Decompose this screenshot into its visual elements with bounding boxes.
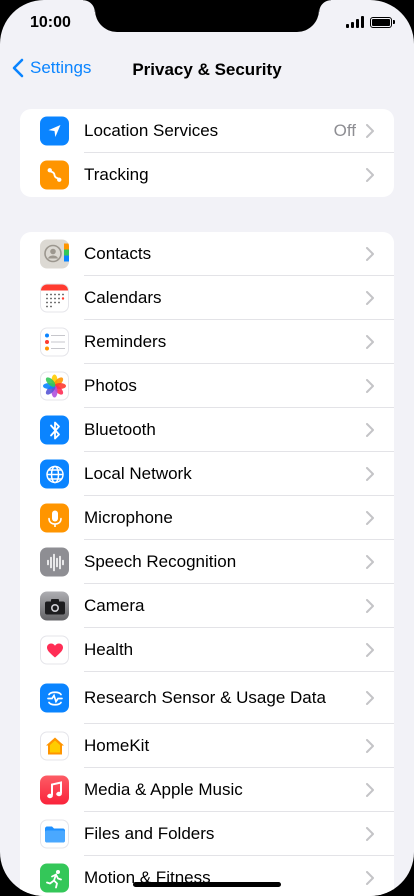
homekit-row[interactable]: HomeKit — [20, 724, 394, 768]
battery-icon — [370, 16, 395, 28]
chevron-right-icon — [366, 643, 374, 657]
research-icon — [40, 683, 69, 713]
health-row[interactable]: Health — [20, 628, 394, 672]
row-label: Camera — [84, 596, 145, 615]
reminders-row[interactable]: Reminders — [20, 320, 394, 364]
chevron-right-icon — [366, 379, 374, 393]
fitness-icon — [40, 863, 69, 893]
location-services-row[interactable]: Location Services Off — [20, 109, 394, 153]
music-note-icon — [40, 775, 69, 805]
bluetooth-icon — [40, 415, 69, 445]
row-label: Files and Folders — [84, 824, 215, 843]
reminders-icon — [40, 327, 69, 357]
speech-recognition-row[interactable]: Speech Recognition — [20, 540, 394, 584]
page-title: Privacy & Security — [132, 60, 282, 79]
chevron-right-icon — [366, 423, 374, 437]
row-label: Reminders — [84, 332, 167, 351]
home-icon — [40, 731, 69, 761]
camera-row[interactable]: Camera — [20, 584, 394, 628]
research-sensor-row[interactable]: Research Sensor & Usage Data — [20, 672, 394, 724]
app-permissions-group: Contacts Calendars Reminders Photos Blue… — [20, 232, 394, 896]
chevron-right-icon — [366, 691, 374, 705]
photos-icon — [40, 371, 69, 401]
chevron-right-icon — [366, 291, 374, 305]
row-label: Calendars — [84, 288, 162, 307]
contacts-row[interactable]: Contacts — [20, 232, 394, 276]
bluetooth-row[interactable]: Bluetooth — [20, 408, 394, 452]
row-label: Location Services — [84, 121, 219, 140]
row-label: Photos — [84, 376, 137, 395]
heart-icon — [40, 635, 69, 665]
camera-icon — [40, 591, 69, 621]
row-label: Speech Recognition — [84, 552, 237, 571]
row-label: Media & Apple Music — [84, 780, 243, 799]
cellular-signal-icon — [346, 16, 364, 28]
row-label: Health — [84, 640, 134, 659]
photos-row[interactable]: Photos — [20, 364, 394, 408]
globe-icon — [40, 459, 69, 489]
local-network-row[interactable]: Local Network — [20, 452, 394, 496]
tracking-row[interactable]: Tracking — [20, 153, 394, 197]
row-label: Research Sensor & Usage Data — [84, 688, 326, 707]
row-label: HomeKit — [84, 736, 150, 755]
waveform-icon — [40, 547, 69, 577]
chevron-right-icon — [366, 467, 374, 481]
contacts-icon — [40, 239, 69, 269]
chevron-right-icon — [366, 555, 374, 569]
chevron-right-icon — [366, 599, 374, 613]
status-icons — [346, 16, 395, 28]
chevron-right-icon — [366, 335, 374, 349]
row-label: Microphone — [84, 508, 173, 527]
location-arrow-icon — [40, 116, 69, 146]
chevron-right-icon — [366, 247, 374, 261]
calendars-row[interactable]: Calendars — [20, 276, 394, 320]
row-value: Off — [333, 121, 356, 140]
row-label: Contacts — [84, 244, 152, 263]
row-label: Local Network — [84, 464, 192, 483]
microphone-icon — [40, 503, 69, 533]
tracking-icon — [40, 160, 69, 190]
notch — [83, 0, 331, 32]
phone-screen: 10:00 Settings Privacy & Security Locati… — [0, 0, 414, 896]
media-apple-music-row[interactable]: Media & Apple Music — [20, 768, 394, 812]
home-indicator[interactable] — [133, 882, 281, 887]
navigation-bar: Settings Privacy & Security — [0, 52, 414, 88]
folder-icon — [40, 819, 69, 849]
chevron-right-icon — [366, 511, 374, 525]
row-label: Tracking — [84, 165, 149, 184]
files-folders-row[interactable]: Files and Folders — [20, 812, 394, 856]
microphone-row[interactable]: Microphone — [20, 496, 394, 540]
chevron-right-icon — [366, 168, 374, 182]
location-tracking-group: Location Services Off Tracking — [20, 109, 394, 197]
chevron-right-icon — [366, 871, 374, 885]
calendar-icon — [40, 283, 69, 313]
chevron-right-icon — [366, 783, 374, 797]
motion-fitness-row[interactable]: Motion & Fitness — [20, 856, 394, 896]
row-label: Bluetooth — [84, 420, 156, 439]
chevron-right-icon — [366, 124, 374, 138]
chevron-right-icon — [366, 739, 374, 753]
status-time: 10:00 — [30, 14, 71, 31]
chevron-right-icon — [366, 827, 374, 841]
